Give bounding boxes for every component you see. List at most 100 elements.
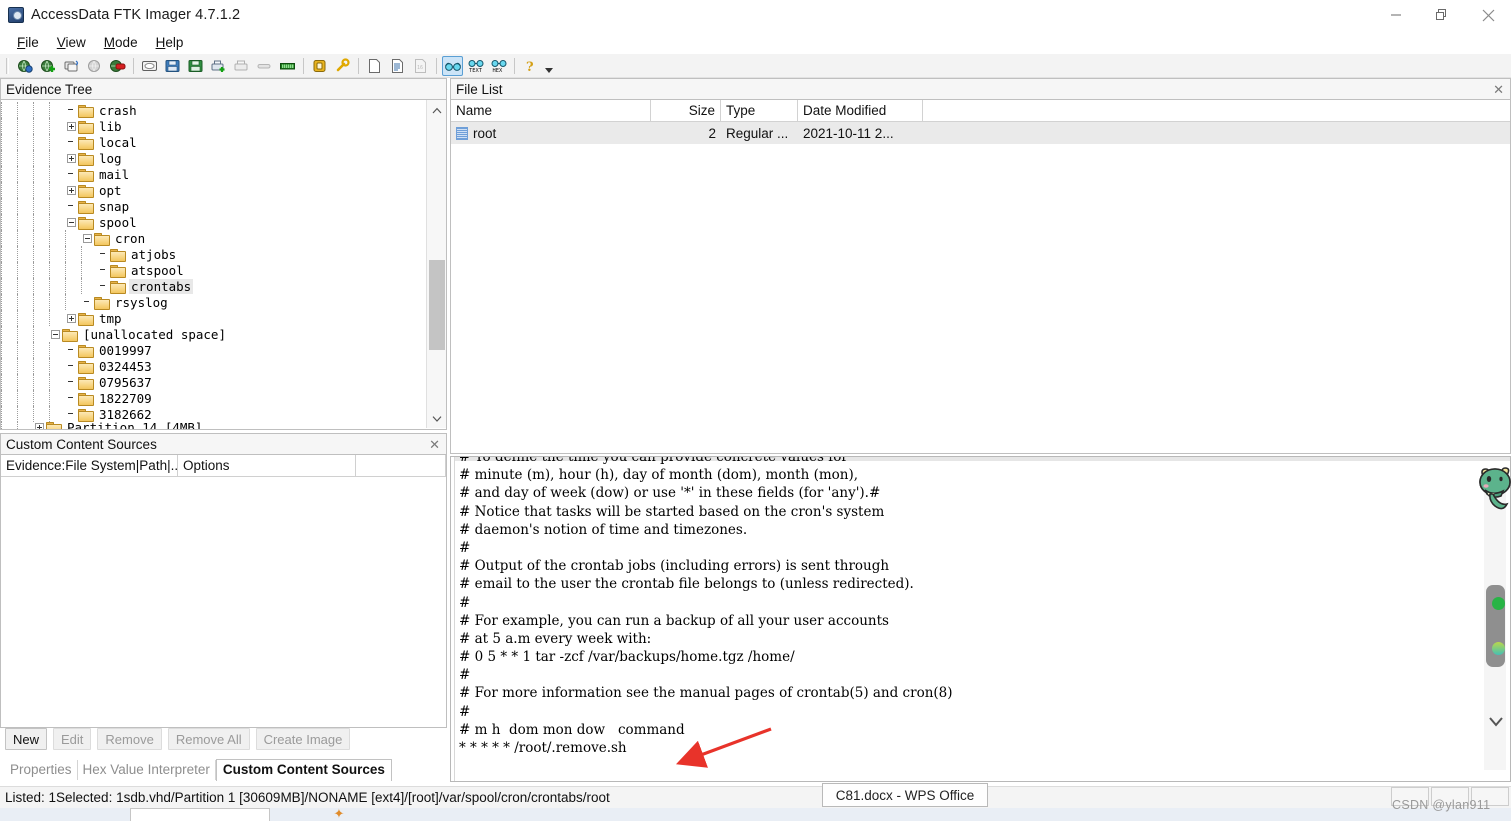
tree-item-label: opt (99, 182, 122, 198)
folder-icon (46, 422, 62, 429)
column-header-evidence-path[interactable]: Evidence:File System|Path|... (1, 455, 178, 477)
tree-item-opt[interactable]: opt (1, 182, 426, 198)
taskbar-item-wps-office[interactable]: C81.docx - WPS Office (822, 783, 988, 807)
detect-ewf-icon[interactable] (364, 56, 385, 76)
expand-icon[interactable] (67, 185, 76, 195)
viewer-line: # For example, you can run a backup of a… (459, 612, 889, 629)
expand-icon[interactable] (35, 422, 44, 429)
menu-file[interactable]: FFileile (8, 33, 48, 52)
tree-item-snap[interactable]: snap (1, 198, 426, 214)
tree-indent-guide (1, 422, 17, 429)
file-content-viewer[interactable]: # To define the time you can provide con… (450, 456, 1511, 782)
tree-item-label: spool (99, 214, 137, 230)
tree-item-mail[interactable]: mail (1, 166, 426, 182)
tree-item-0324453[interactable]: 0324453 (1, 358, 426, 374)
tree-item-3182662[interactable]: 3182662 (1, 406, 426, 422)
tree-item-1822709[interactable]: 1822709 (1, 390, 426, 406)
chevron-down-icon[interactable] (1487, 712, 1505, 730)
menu-mode[interactable]: Mode (95, 33, 147, 52)
tree-leaf-spacer (67, 378, 76, 387)
folder-icon (78, 152, 94, 166)
tree-item-local[interactable]: local (1, 134, 426, 150)
menu-view[interactable]: View (48, 33, 95, 52)
tree-item-atjobs[interactable]: atjobs (1, 246, 426, 262)
tree-item-rsyslog[interactable]: rsyslog (1, 294, 426, 310)
export-files-icon[interactable] (387, 56, 408, 76)
column-header-blank[interactable] (356, 455, 446, 477)
tree-item-spool[interactable]: spool (1, 214, 426, 230)
tree-item-0795637[interactable]: 0795637 (1, 374, 426, 390)
natural-view-icon[interactable] (442, 55, 463, 76)
minimize-icon[interactable] (1373, 0, 1419, 30)
tree-item-tmp[interactable]: tmp (1, 310, 426, 326)
create-disk-image-icon[interactable] (139, 56, 160, 76)
expand-icon[interactable] (67, 153, 76, 163)
evidence-tree-list[interactable]: crash lib local log mail opt snap spool cron atjo… (1, 100, 426, 429)
tree-item-lib[interactable]: lib (1, 118, 426, 134)
file-list-body[interactable]: Name Size Type Date Modified root 2 Regu… (450, 100, 1511, 454)
tree-item-crontabs[interactable]: crontabs (1, 278, 426, 294)
tree-item-label: cron (115, 230, 146, 246)
tree-item-cron[interactable]: cron (1, 230, 426, 246)
tree-item-0019997[interactable]: 0019997 (1, 342, 426, 358)
add-to-custom-content-image-icon[interactable] (208, 56, 229, 76)
tree-item-atspool[interactable]: atspool (1, 262, 426, 278)
close-icon[interactable] (1465, 0, 1511, 30)
scrollbar-indicator-top[interactable] (1492, 597, 1505, 610)
image-mounting-icon[interactable] (61, 56, 82, 76)
evidence-tree-scrollbar[interactable] (426, 100, 446, 428)
tree-leaf-spacer (83, 298, 92, 307)
table-row[interactable]: root 2 Regular ... 2021-10-11 2... (451, 122, 1510, 144)
collapse-icon[interactable] (83, 233, 92, 243)
menu-help[interactable]: Help (147, 33, 193, 52)
scrollbar-thumb[interactable] (429, 260, 445, 350)
collapse-icon[interactable] (67, 217, 76, 227)
remove-all-button: Remove All (167, 728, 250, 750)
expand-icon[interactable] (67, 313, 76, 323)
toolbar-overflow-chevron-icon[interactable] (542, 56, 556, 76)
tree-item-crash[interactable]: crash (1, 102, 426, 118)
column-header-type[interactable]: Type (721, 100, 798, 121)
column-header-date-modified[interactable]: Date Modified (798, 100, 923, 121)
tree-indent-guide (33, 310, 49, 326)
export-disk-image-icon[interactable] (162, 56, 183, 76)
text-view-icon[interactable]: TEXT (465, 56, 486, 76)
scrollbar-indicator-bottom[interactable] (1492, 642, 1505, 655)
help-icon[interactable]: ? (520, 56, 541, 76)
obtain-protected-files-icon[interactable] (332, 56, 353, 76)
tree-item-partition-14-4mb[interactable]: Partition 14 [4MB] (1, 422, 426, 429)
export-logical-image-icon[interactable] (185, 56, 206, 76)
taskbar-tile[interactable] (130, 808, 270, 821)
new-button[interactable]: New (5, 728, 48, 750)
folder-icon (78, 168, 94, 182)
evidence-tree-body[interactable]: crash lib local log mail opt snap spool cron atjo… (0, 100, 447, 430)
custom-content-sources-body[interactable]: Evidence:File System|Path|... Options (0, 455, 447, 728)
tree-leaf-spacer (99, 266, 108, 275)
tree-indent-guide (1, 150, 17, 166)
column-header-options[interactable]: Options (178, 455, 356, 477)
restore-icon[interactable] (1419, 0, 1465, 30)
tree-indent-guide (33, 230, 49, 246)
capture-memory-icon[interactable] (309, 56, 330, 76)
tree-item-log[interactable]: log (1, 150, 426, 166)
toolbar-grip[interactable] (6, 57, 9, 74)
close-icon[interactable]: ✕ (429, 438, 440, 451)
tree-item-unallocated-space[interactable]: [unallocated space] (1, 326, 426, 342)
collapse-icon[interactable] (51, 329, 60, 339)
create-custom-content-image-icon (231, 56, 252, 76)
scroll-up-icon[interactable] (427, 100, 446, 120)
add-all-attached-devices-icon[interactable] (38, 56, 59, 76)
remove-all-evidence-items-icon[interactable] (107, 56, 128, 76)
hex-view-icon[interactable]: HEX (488, 56, 509, 76)
tab-properties[interactable]: Properties (5, 760, 78, 780)
verify-drive-image-icon[interactable] (277, 56, 298, 76)
add-evidence-item-icon[interactable] (15, 56, 36, 76)
column-header-name[interactable]: Name (451, 100, 651, 121)
close-icon[interactable]: ✕ (1493, 83, 1504, 96)
tab-hex-value-interpreter[interactable]: Hex Value Interpreter (78, 760, 216, 780)
status-text: Listed: 1Selected: 1sdb.vhd/Partition 1 … (5, 790, 610, 805)
tab-custom-content-sources[interactable]: Custom Content Sources (215, 759, 392, 781)
scroll-down-icon[interactable] (427, 408, 446, 428)
expand-icon[interactable] (67, 121, 76, 131)
column-header-size[interactable]: Size (651, 100, 721, 121)
